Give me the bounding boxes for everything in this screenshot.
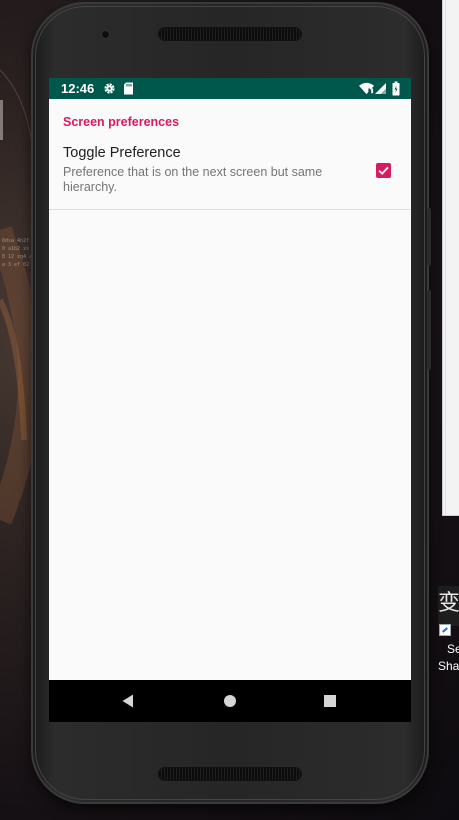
bottom-speaker	[159, 768, 301, 780]
svg-text:0 a1b2 xx: 0 a1b2 xx	[2, 246, 29, 252]
checkmark-icon	[378, 166, 389, 175]
toggle-preference-checkbox[interactable]	[376, 163, 391, 178]
preference-divider	[49, 209, 411, 210]
battery-icon	[392, 81, 400, 96]
status-bar: 12:46	[49, 78, 411, 99]
recents-icon[interactable]	[320, 691, 340, 711]
volume-button[interactable]	[427, 208, 431, 266]
svg-text:0dsa 4n2f: 0dsa 4n2f	[2, 238, 29, 244]
phone-screen: 12:46 Screen preferences Toggle Preferen…	[49, 78, 411, 722]
window-edge	[445, 0, 446, 514]
shortcut-glyph: 变	[438, 586, 459, 626]
svg-text:a 3 ef 02: a 3 ef 02	[2, 262, 29, 268]
navigation-bar	[49, 680, 411, 722]
wifi-icon	[359, 82, 374, 95]
back-icon[interactable]	[118, 691, 138, 711]
status-time: 12:46	[61, 81, 95, 96]
shortcut-label-line1: Se	[447, 642, 459, 656]
preference-title: Toggle Preference	[63, 145, 181, 161]
desktop-shortcut-label[interactable]: Se Sha	[438, 641, 459, 675]
gear-icon	[104, 83, 115, 94]
preference-summary: Preference that is on the next screen bu…	[63, 165, 323, 194]
top-speaker	[159, 28, 301, 40]
power-button[interactable]	[427, 290, 431, 370]
toggle-preference-row[interactable]: Toggle Preference Preference that is on …	[49, 137, 411, 210]
cell-signal-icon	[375, 83, 386, 94]
front-camera	[102, 31, 109, 38]
shortcut-label-line2: Sha	[438, 659, 459, 673]
home-icon[interactable]	[220, 691, 240, 711]
desktop-shortcut-icon[interactable]: 变	[438, 586, 459, 638]
svg-text:8 12 zq4 a: 8 12 zq4 a	[2, 254, 32, 260]
background-window[interactable]	[442, 0, 459, 516]
sd-card-icon	[124, 82, 133, 95]
preference-category-title: Screen preferences	[63, 115, 180, 129]
shortcut-arrow-icon	[439, 624, 451, 636]
